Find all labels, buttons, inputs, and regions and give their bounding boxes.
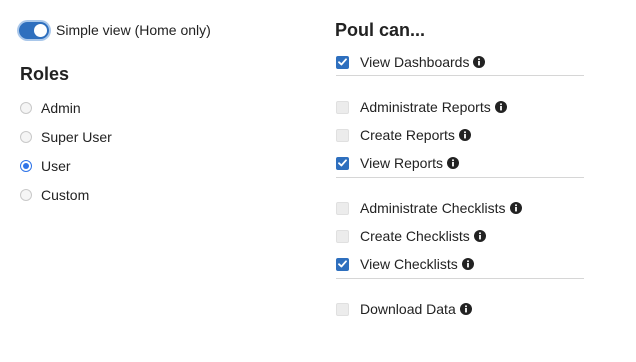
checkbox[interactable]	[336, 257, 349, 271]
permission-create-reports[interactable]: Create Reports	[336, 125, 471, 145]
role-label: Admin	[41, 99, 81, 116]
permission-label: Create Reports	[360, 127, 455, 143]
role-option-super-user[interactable]: Super User	[20, 122, 112, 151]
checkbox[interactable]	[336, 100, 349, 114]
permission-view-reports[interactable]: View Reports	[336, 153, 460, 173]
permission-label: View Reports	[360, 155, 444, 171]
permission-download-data[interactable]: Download Data	[336, 299, 472, 319]
roles-heading: Roles	[20, 64, 70, 84]
checkbox[interactable]	[336, 201, 349, 215]
info-circle-icon[interactable]	[509, 202, 522, 214]
role-label: Super User	[41, 128, 112, 145]
info-circle-icon[interactable]	[458, 129, 471, 141]
role-option-user[interactable]: User	[20, 151, 112, 180]
checkbox[interactable]	[336, 128, 349, 142]
simple-view-label: Simple view (Home only)	[56, 22, 211, 38]
info-circle-icon[interactable]	[473, 230, 486, 242]
radio-button[interactable]	[20, 159, 32, 172]
roles-radio-group: Admin Super User User Custom	[20, 93, 112, 209]
permission-label: Download Data	[360, 301, 456, 317]
permissions-heading: Poul can...	[335, 20, 426, 40]
role-option-admin[interactable]: Admin	[20, 93, 112, 122]
simple-view-toggle[interactable]	[19, 21, 49, 39]
checkbox[interactable]	[336, 55, 349, 69]
info-circle-icon[interactable]	[461, 258, 474, 270]
role-label: Custom	[41, 186, 90, 203]
checkbox[interactable]	[336, 302, 349, 316]
role-option-custom[interactable]: Custom	[20, 180, 112, 209]
permission-view-dashboards[interactable]: View Dashboards	[336, 52, 486, 72]
section-divider	[336, 177, 584, 178]
permission-label: View Checklists	[360, 256, 458, 272]
checkbox[interactable]	[336, 229, 349, 243]
permission-label: Administrate Reports	[360, 99, 491, 115]
info-circle-icon[interactable]	[494, 101, 507, 113]
role-label: User	[41, 157, 71, 174]
permission-label: Administrate Checklists	[360, 200, 506, 216]
section-divider	[336, 278, 584, 279]
radio-button[interactable]	[20, 101, 32, 114]
radio-button[interactable]	[20, 130, 32, 143]
info-circle-icon[interactable]	[473, 56, 486, 68]
info-circle-icon[interactable]	[459, 303, 472, 315]
permission-administrate-checklists[interactable]: Administrate Checklists	[336, 198, 522, 218]
radio-button[interactable]	[20, 188, 32, 201]
toggle-knob	[34, 23, 47, 37]
simple-view-toggle-row: Simple view (Home only)	[19, 18, 211, 42]
permission-administrate-reports[interactable]: Administrate Reports	[336, 97, 507, 117]
permission-view-checklists[interactable]: View Checklists	[336, 254, 474, 274]
checkbox[interactable]	[336, 156, 349, 170]
info-circle-icon[interactable]	[447, 157, 460, 169]
permission-label: View Dashboards	[360, 54, 470, 70]
permission-create-checklists[interactable]: Create Checklists	[336, 226, 486, 246]
section-divider	[336, 75, 584, 76]
permission-label: Create Checklists	[360, 228, 470, 244]
